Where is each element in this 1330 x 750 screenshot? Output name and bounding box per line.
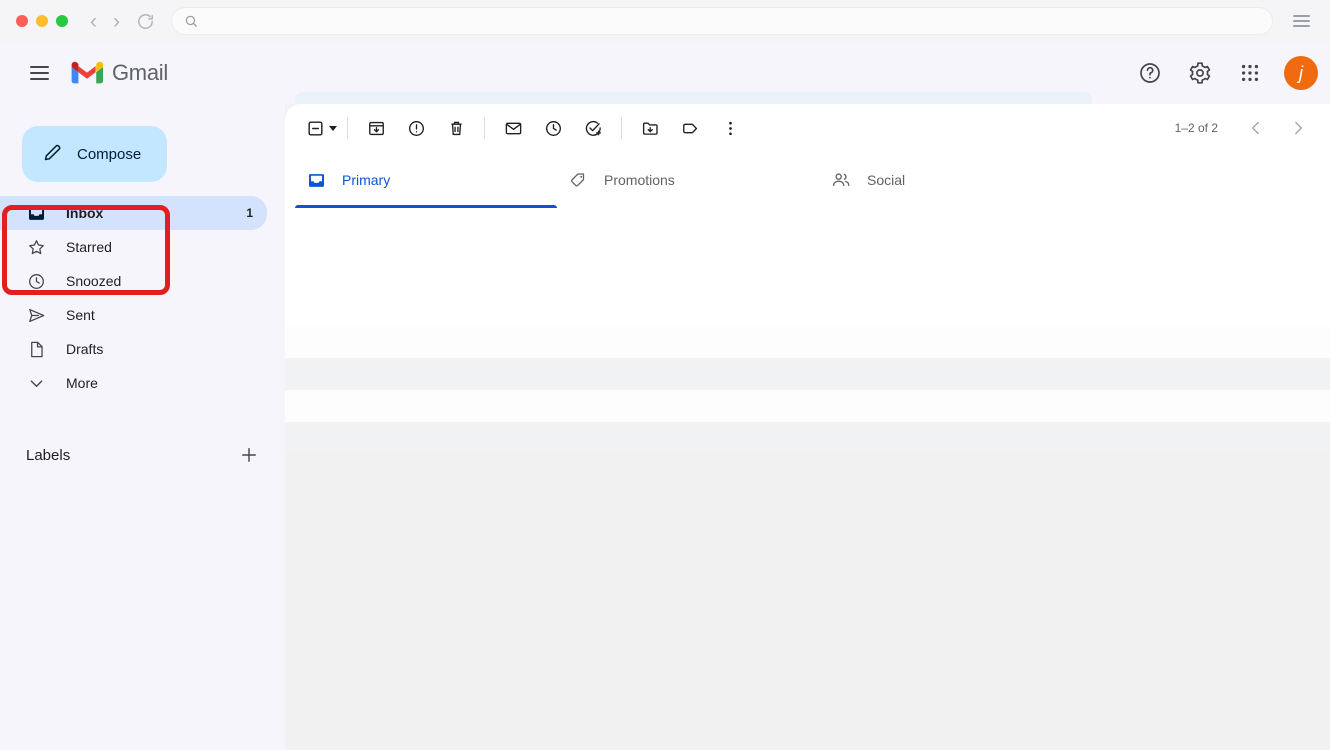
- list-item[interactable]: [285, 358, 1330, 390]
- chevron-down-icon: [26, 374, 46, 393]
- main-menu-icon[interactable]: [22, 58, 57, 88]
- url-bar[interactable]: [171, 7, 1273, 35]
- sidebar-item-drafts[interactable]: Drafts: [0, 332, 267, 366]
- inbox-unread-badge: 1: [246, 206, 267, 220]
- inbox-tab-icon: [307, 171, 326, 190]
- main-content: 1–2 of 2: [285, 104, 1330, 750]
- tag-icon: [569, 171, 588, 190]
- sidebar-item-more[interactable]: More: [0, 366, 267, 400]
- older-page-button[interactable]: [1280, 110, 1316, 146]
- sidebar-item-label: Inbox: [66, 205, 246, 221]
- pagination: 1–2 of 2: [1175, 110, 1316, 146]
- list-item[interactable]: [285, 422, 1330, 454]
- sidebar-item-snoozed[interactable]: Snoozed: [0, 264, 267, 298]
- sidebar-item-inbox[interactable]: Inbox 1: [0, 196, 267, 230]
- category-tabs: Primary Promotions: [285, 152, 1330, 208]
- gmail-logo[interactable]: Gmail: [71, 60, 168, 86]
- draft-icon: [26, 340, 46, 359]
- browser-menu-icon[interactable]: [1289, 11, 1314, 31]
- mail-toolbar: 1–2 of 2: [285, 104, 1330, 152]
- more-options-icon[interactable]: [710, 108, 750, 148]
- compose-button[interactable]: Compose: [22, 126, 167, 182]
- minimize-window-button[interactable]: [36, 15, 48, 27]
- star-icon: [26, 238, 46, 257]
- settings-icon[interactable]: [1180, 53, 1220, 93]
- gmail-header: Gmail: [0, 42, 1330, 104]
- pagination-range: 1–2 of 2: [1175, 121, 1218, 135]
- mail-list-card: 1–2 of 2: [285, 104, 1330, 326]
- url-search-icon: [184, 14, 198, 28]
- tab-label: Social: [867, 172, 905, 188]
- back-button[interactable]: ‹: [84, 11, 103, 32]
- gmail-m-icon: [71, 61, 103, 86]
- people-icon: [831, 170, 851, 190]
- mark-unread-icon[interactable]: [493, 108, 533, 148]
- sidebar-item-starred[interactable]: Starred: [0, 230, 267, 264]
- help-icon[interactable]: [1130, 53, 1170, 93]
- sidebar-item-label: Sent: [66, 307, 267, 323]
- inbox-icon: [26, 204, 46, 223]
- plus-icon[interactable]: [239, 445, 259, 465]
- toolbar-divider: [347, 117, 348, 139]
- traffic-lights: [16, 15, 68, 27]
- tab-label: Promotions: [604, 172, 675, 188]
- sidebar-item-label: Snoozed: [66, 273, 267, 289]
- forward-button[interactable]: ›: [107, 11, 126, 32]
- maximize-window-button[interactable]: [56, 15, 68, 27]
- send-icon: [26, 306, 46, 325]
- select-dropdown-caret[interactable]: [329, 126, 337, 131]
- sidebar-item-label: More: [66, 375, 267, 391]
- report-spam-icon[interactable]: [396, 108, 436, 148]
- archive-icon[interactable]: [356, 108, 396, 148]
- mail-list-placeholder: [285, 326, 1330, 454]
- app-body: Compose Inbox 1 Starred: [0, 104, 1330, 750]
- sidebar-item-label: Starred: [66, 239, 267, 255]
- toolbar-divider: [484, 117, 485, 139]
- sidebar-item-label: Drafts: [66, 341, 267, 357]
- browser-nav-buttons: ‹ ›: [84, 11, 155, 32]
- close-window-button[interactable]: [16, 15, 28, 27]
- labels-section-header: Labels: [0, 438, 285, 472]
- move-to-icon[interactable]: [630, 108, 670, 148]
- avatar[interactable]: j: [1284, 56, 1318, 90]
- list-item[interactable]: [285, 326, 1330, 358]
- reload-icon[interactable]: [136, 12, 155, 31]
- header-actions: j: [1130, 53, 1318, 93]
- compose-label: Compose: [77, 146, 141, 163]
- apps-grid-icon[interactable]: [1230, 53, 1270, 93]
- sidebar: Compose Inbox 1 Starred: [0, 104, 285, 750]
- pencil-icon: [42, 142, 63, 167]
- delete-icon[interactable]: [436, 108, 476, 148]
- tab-label: Primary: [342, 172, 390, 188]
- list-item[interactable]: [285, 390, 1330, 422]
- tab-primary[interactable]: Primary: [295, 152, 557, 208]
- toolbar-divider: [621, 117, 622, 139]
- compose-zone: Compose: [0, 112, 285, 194]
- gmail-brand-text: Gmail: [112, 60, 168, 86]
- newer-page-button[interactable]: [1238, 110, 1274, 146]
- labels-icon[interactable]: [670, 108, 710, 148]
- sidebar-item-sent[interactable]: Sent: [0, 298, 267, 332]
- snooze-icon[interactable]: [533, 108, 573, 148]
- browser-chrome: ‹ ›: [0, 0, 1330, 42]
- labels-title: Labels: [26, 447, 70, 464]
- add-to-tasks-icon[interactable]: [573, 108, 613, 148]
- clock-icon: [26, 272, 46, 291]
- sidebar-nav: Inbox 1 Starred Snoozed: [0, 196, 285, 400]
- tab-promotions[interactable]: Promotions: [557, 152, 819, 208]
- tab-social[interactable]: Social: [819, 152, 1081, 208]
